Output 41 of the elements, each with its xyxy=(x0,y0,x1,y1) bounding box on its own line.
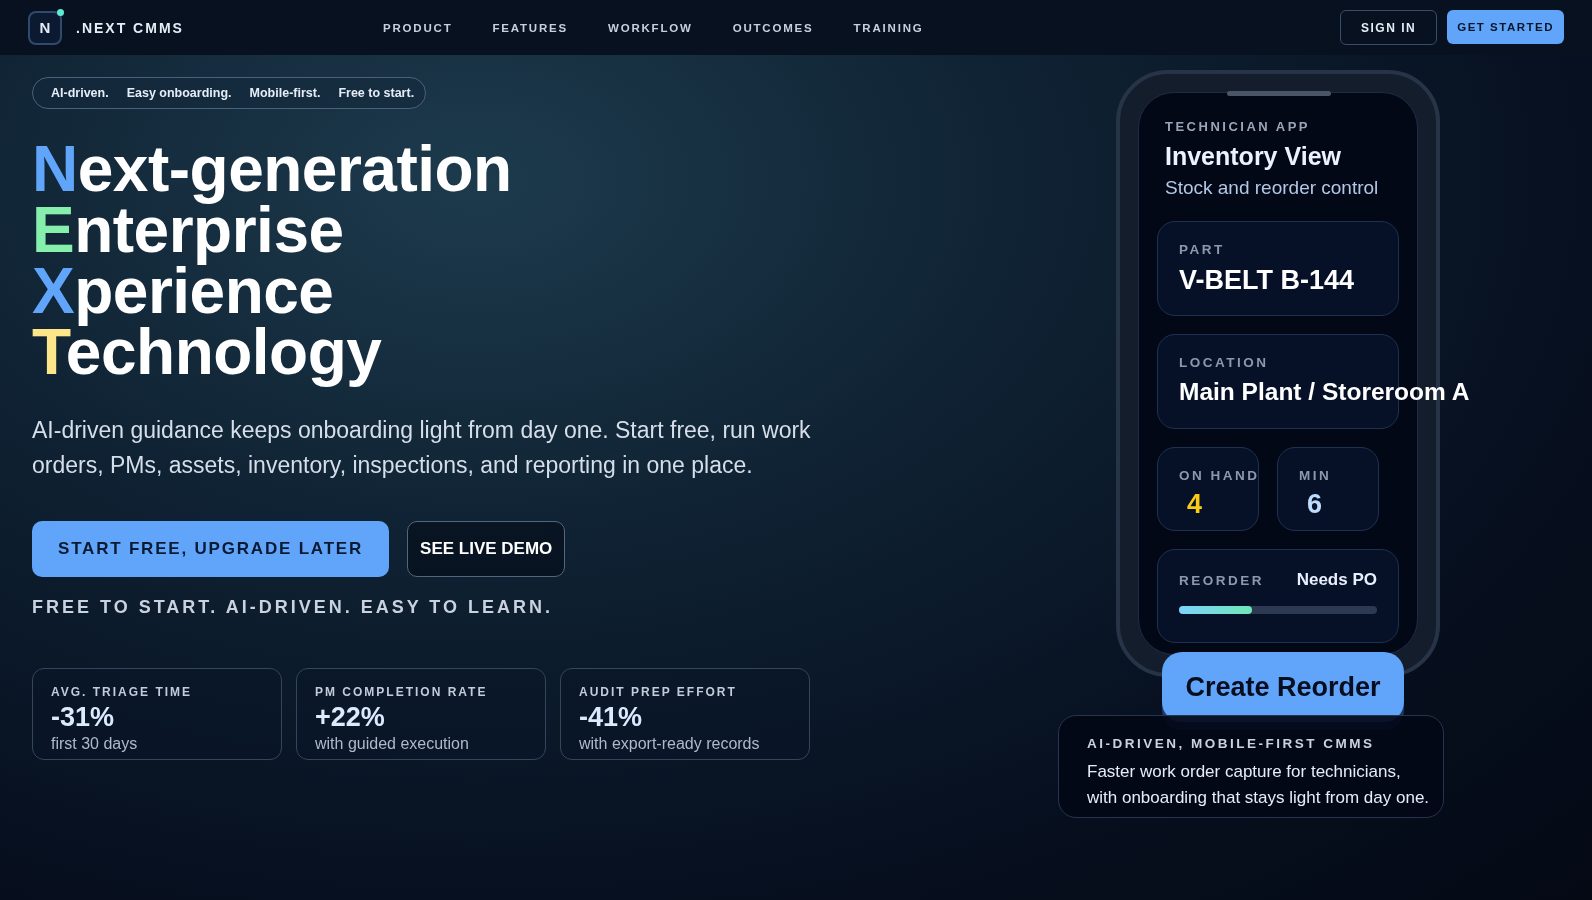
nav-link[interactable]: FEATURES xyxy=(492,21,568,34)
count-value: 4 xyxy=(1187,489,1203,520)
tagline: FREE TO START. AI-DRIVEN. EASY TO LEARN. xyxy=(32,597,554,618)
tile-value: Main Plant / Storeroom A xyxy=(1179,378,1470,406)
count-value: 6 xyxy=(1307,489,1323,520)
stat-note: first 30 days xyxy=(51,735,138,753)
nav-link[interactable]: WORKFLOW xyxy=(608,21,693,34)
tile-label: ON HAND xyxy=(1179,468,1260,483)
stat-value: -41% xyxy=(579,702,643,733)
stat-label: PM COMPLETION RATE xyxy=(315,685,488,699)
tile-label: LOCATION xyxy=(1179,355,1269,370)
app-eyebrow: TECHNICIAN APP xyxy=(1165,119,1311,134)
tile-label: MIN xyxy=(1299,468,1332,483)
nav-link[interactable]: PRODUCT xyxy=(383,21,453,34)
pill-tag: Easy onboarding. xyxy=(126,86,232,100)
stat-value: -31% xyxy=(51,702,115,733)
pill-tag: Free to start. xyxy=(338,86,415,100)
get-started-button[interactable]: GET STARTED xyxy=(1447,10,1564,44)
stat-label: AVG. TRIAGE TIME xyxy=(51,685,193,699)
stat-note: with guided execution xyxy=(315,735,469,753)
reorder-status: Needs PO xyxy=(1296,570,1377,590)
nav-link[interactable]: OUTCOMES xyxy=(732,21,814,34)
pill-tag: Mobile-first. xyxy=(249,86,321,100)
app-title: Inventory View xyxy=(1165,142,1341,171)
brand-name: .NEXT CMMS xyxy=(76,19,184,36)
live-demo-button[interactable]: SEE LIVE DEMO xyxy=(407,521,566,577)
info-text: Faster work order capture for technicians, with onboarding that stays light from day one. xyxy=(1087,761,1431,809)
lead-paragraph: AI-driven guidance keeps onboarding light from day one. Start free, run work orders, PMs, assets, inventory, inspections, and reporting in one place. xyxy=(32,416,812,480)
app-subtitle: Stock and reorder control xyxy=(1165,177,1379,199)
stat-value: +22% xyxy=(315,702,385,733)
tile-label: REORDER xyxy=(1179,572,1264,588)
info-title: AI-DRIVEN, MOBILE-FIRST CMMS xyxy=(1087,736,1375,751)
tile-value: V-BELT B-144 xyxy=(1179,265,1355,296)
stat-note: with export-ready records xyxy=(579,735,760,753)
logo-badge[interactable]: N xyxy=(28,10,62,45)
start-free-button[interactable]: START FREE, UPGRADE LATER xyxy=(32,521,390,577)
nav-link[interactable]: TRAINING xyxy=(853,21,924,34)
pill-tag: AI-driven. xyxy=(51,86,109,100)
stat-label: AUDIT PREP EFFORT xyxy=(579,685,737,699)
tile-label: PART xyxy=(1179,242,1225,257)
sign-in-button[interactable]: SIGN IN xyxy=(1340,10,1438,45)
